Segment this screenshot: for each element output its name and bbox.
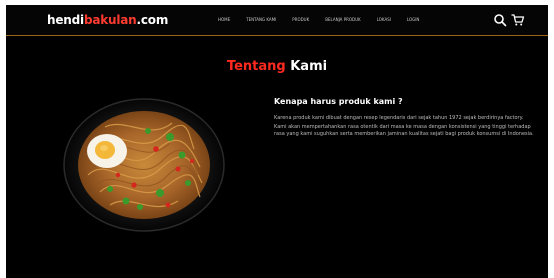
title-accent: Tentang bbox=[226, 59, 286, 74]
content-heading: Kenapa harus produk kami ? bbox=[274, 97, 403, 106]
content-paragraph-1: Karena produk kami dibuat dengan resep l… bbox=[274, 115, 524, 121]
nav-item-tentang-kami[interactable]: Tentang Kami bbox=[246, 17, 276, 23]
site-logo[interactable]: hendibakulan.com bbox=[47, 13, 168, 27]
content-paragraph-2: Kami akan mempertahankan rasa otentik da… bbox=[274, 124, 534, 137]
main-nav: Home Tentang Kami Produk Belanja Produk … bbox=[218, 17, 419, 23]
logo-part-2: bakulan bbox=[83, 13, 137, 27]
nav-item-produk[interactable]: Produk bbox=[292, 17, 309, 23]
cart-icon[interactable] bbox=[511, 13, 525, 27]
logo-part-3: .com bbox=[136, 13, 169, 27]
about-text-block: Kenapa harus produk kami ? Karena produk… bbox=[274, 97, 536, 140]
logo-part-1: hendi bbox=[47, 13, 84, 27]
navbar: hendibakulan.com Home Tentang Kami Produ… bbox=[6, 5, 548, 36]
noodle-dish-image bbox=[63, 98, 225, 232]
section-title: Tentang Kami bbox=[6, 59, 548, 75]
nav-item-lokasi[interactable]: Lokasi bbox=[377, 17, 391, 23]
page-frame: hendibakulan.com Home Tentang Kami Produ… bbox=[6, 5, 548, 278]
search-icon[interactable] bbox=[493, 13, 507, 27]
nav-item-home[interactable]: Home bbox=[218, 17, 230, 23]
nav-item-belanja-produk[interactable]: Belanja Produk bbox=[325, 17, 360, 23]
title-rest: Kami bbox=[290, 59, 328, 74]
nav-item-login[interactable]: Login bbox=[407, 17, 420, 23]
